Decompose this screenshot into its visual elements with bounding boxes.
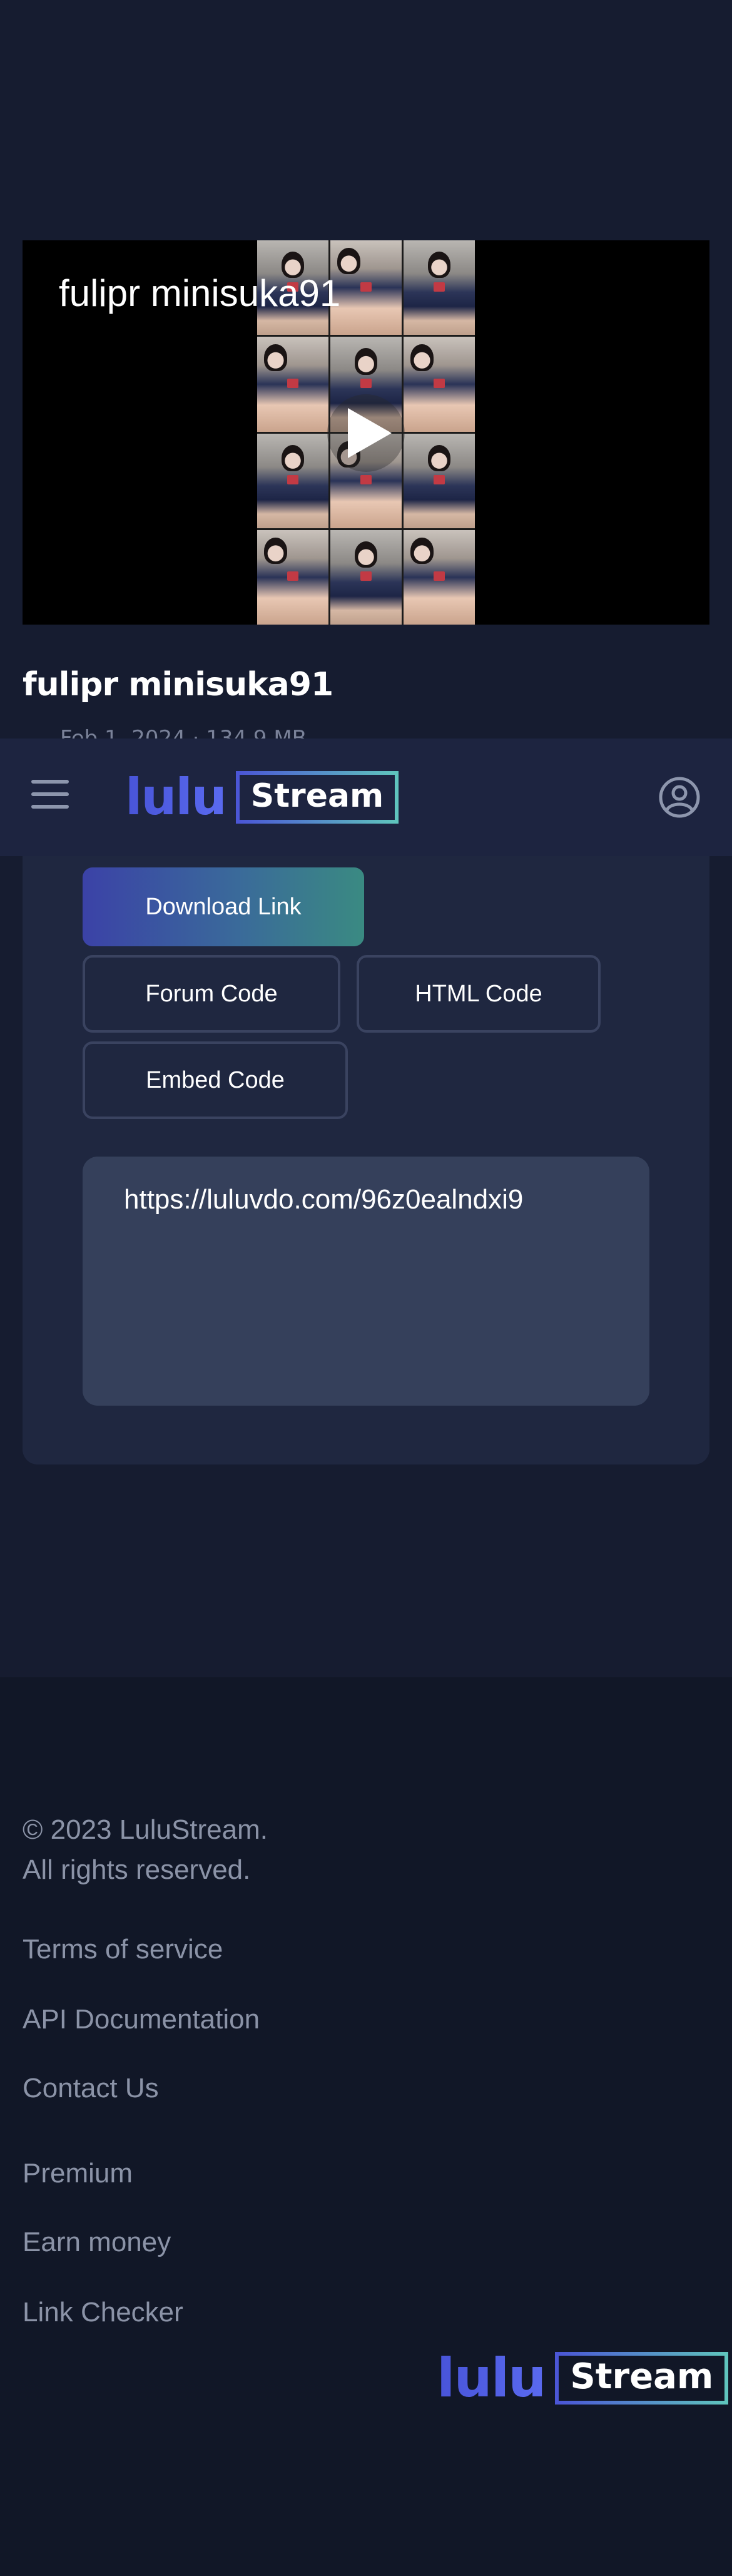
html-code-button[interactable]: HTML Code	[357, 955, 601, 1033]
site-logo[interactable]: lulu Stream	[125, 771, 399, 824]
site-header: lulu Stream	[0, 739, 732, 856]
forum-code-button[interactable]: Forum Code	[83, 955, 340, 1033]
play-button[interactable]	[327, 394, 405, 472]
video-title: fulipr minisuka91	[23, 666, 333, 703]
hamburger-menu-icon[interactable]	[31, 780, 69, 812]
footer-link-terms[interactable]: Terms of service	[23, 1934, 223, 1965]
download-link-button[interactable]: Download Link	[83, 867, 364, 946]
footer-link-premium[interactable]: Premium	[23, 2158, 133, 2189]
logo-lulu-text: lulu	[125, 768, 227, 826]
footer-logo-lulu-text: lulu	[437, 2347, 546, 2410]
play-icon	[348, 408, 392, 458]
embed-code-button[interactable]: Embed Code	[83, 1041, 348, 1119]
video-player[interactable]: fulipr minisuka91	[23, 240, 709, 625]
user-circle-icon[interactable]	[658, 776, 701, 819]
footer-link-api-docs[interactable]: API Documentation	[23, 2004, 260, 2035]
share-card: Download Link Forum Code HTML Code Embed…	[23, 856, 709, 1464]
footer-link-earn-money[interactable]: Earn money	[23, 2227, 171, 2258]
player-title-overlay: fulipr minisuka91	[59, 272, 341, 314]
footer-link-link-checker[interactable]: Link Checker	[23, 2297, 183, 2328]
footer-logo-stream-text: Stream	[555, 2352, 729, 2405]
copyright: © 2023 LuluStream. All rights reserved.	[23, 1810, 268, 1890]
copyright-line2: All rights reserved.	[23, 1854, 251, 1885]
footer-link-contact[interactable]: Contact Us	[23, 2073, 159, 2104]
share-link-textarea[interactable]: https://luluvdo.com/96z0ealndxi9	[83, 1157, 649, 1406]
logo-stream-text: Stream	[235, 771, 399, 824]
site-footer: © 2023 LuluStream. All rights reserved. …	[0, 1677, 732, 2576]
footer-logo[interactable]: lulu Stream	[437, 2347, 729, 2410]
copyright-line1: © 2023 LuluStream.	[23, 1814, 268, 1845]
